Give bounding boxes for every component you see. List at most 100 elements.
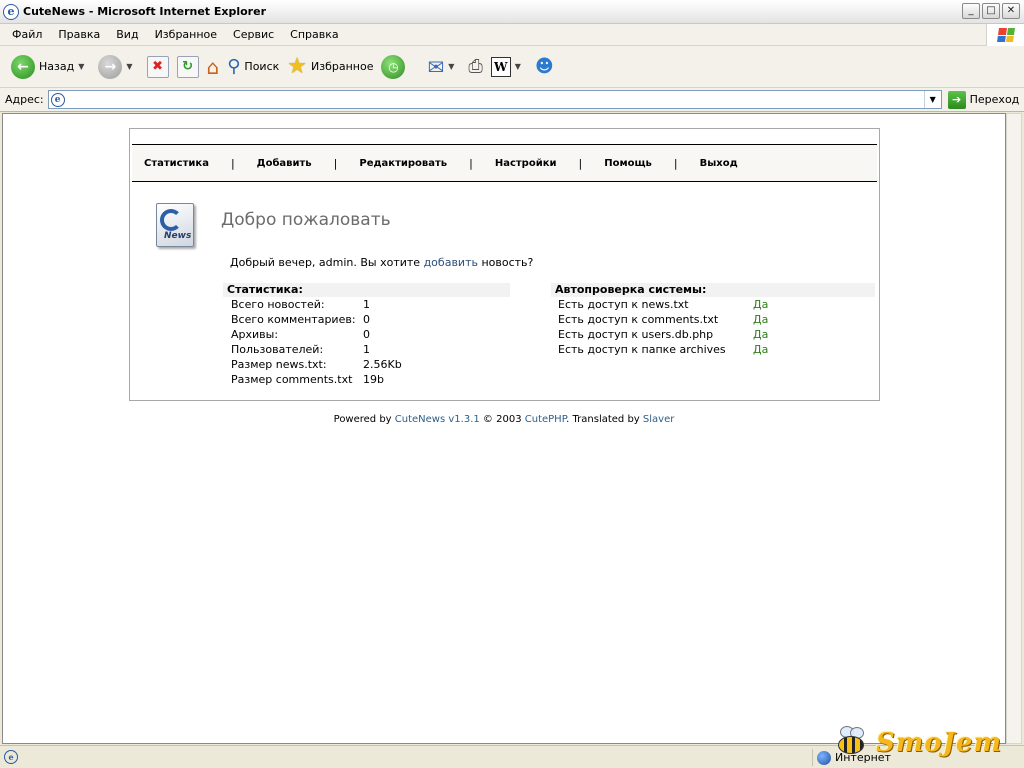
word-icon: W — [490, 56, 511, 77]
check-status: Да — [753, 298, 769, 311]
nav-separator: | — [333, 156, 338, 170]
menu-tools[interactable]: Сервис — [225, 28, 282, 41]
menu-edit[interactable]: Правка — [50, 28, 108, 41]
window-title: CuteNews - Microsoft Internet Explorer — [23, 5, 266, 18]
title-bar: e CuteNews - Microsoft Internet Explorer… — [0, 0, 1024, 24]
edit-dropdown-icon[interactable]: ▼ — [515, 62, 521, 71]
cutenews-panel: Статистика | Добавить | Редактировать | … — [129, 128, 880, 401]
stop-button[interactable]: ✖ — [144, 50, 172, 84]
menu-favorites[interactable]: Избранное — [147, 28, 225, 41]
stats-row: Всего комментариев: 0 — [231, 313, 402, 328]
mail-dropdown-icon[interactable]: ▼ — [448, 62, 454, 71]
menu-file[interactable]: Файл — [4, 28, 50, 41]
add-news-link[interactable]: добавить — [424, 256, 478, 269]
mail-icon: ✉ — [427, 54, 445, 79]
footer-text: © 2003 — [479, 414, 525, 425]
printer-icon: ⎙ — [468, 56, 483, 77]
nav-add[interactable]: Добавить — [257, 158, 312, 169]
check-row: Есть доступ к comments.txt Да — [558, 313, 768, 328]
stats-row: Пользователей: 1 — [231, 343, 402, 358]
history-button[interactable]: ◷ — [378, 50, 408, 84]
menu-help[interactable]: Справка — [282, 28, 346, 41]
close-button[interactable]: ✕ — [1002, 3, 1020, 19]
stats-value: 2.56Kb — [363, 358, 402, 371]
home-button[interactable]: ⌂ — [204, 50, 223, 84]
windows-flag-icon — [996, 28, 1015, 42]
minimize-button[interactable]: _ — [962, 3, 980, 19]
nav-settings[interactable]: Настройки — [495, 158, 557, 169]
stats-key: Размер comments.txt — [231, 373, 353, 386]
messenger-icon: ☻ — [534, 56, 554, 77]
history-icon: ◷ — [381, 54, 406, 79]
address-dropdown-icon[interactable]: ▼ — [923, 91, 941, 108]
stats-key: Размер news.txt: — [231, 358, 327, 371]
cutenews-logo: News — [154, 203, 196, 249]
stats-key: Пользователей: — [231, 343, 324, 356]
search-icon: ⚲ — [227, 56, 241, 77]
nav-separator: | — [230, 156, 235, 170]
nav-help[interactable]: Помощь — [604, 158, 652, 169]
stats-key: Всего новостей: — [231, 298, 325, 311]
stats-value: 1 — [363, 343, 370, 356]
swirl-icon — [160, 209, 182, 231]
maximize-button[interactable]: □ — [982, 3, 1000, 19]
ie-icon: e — [3, 3, 19, 20]
stats-row: Размер news.txt: 2.56Kb — [231, 358, 402, 373]
back-label: Назад — [39, 60, 75, 73]
go-arrow-icon: ➔ — [947, 90, 966, 109]
check-row: Есть доступ к папке archives Да — [558, 343, 768, 358]
page-footer: Powered by CuteNews v1.3.1 © 2003 CutePH… — [3, 414, 1005, 425]
refresh-button[interactable]: ↻ — [174, 50, 202, 84]
print-button[interactable]: ⎙ — [465, 50, 485, 84]
stats-value: 0 — [363, 313, 370, 326]
stats-value: 19b — [363, 373, 384, 386]
nav-statistics[interactable]: Статистика — [144, 158, 209, 169]
go-label: Переход — [969, 93, 1020, 106]
system-check-table: Есть доступ к news.txt Да Есть доступ к c… — [558, 298, 768, 358]
stats-value: 1 — [363, 298, 370, 311]
stats-heading: Статистика: — [223, 283, 510, 297]
address-input[interactable] — [68, 93, 941, 106]
check-key: Есть доступ к news.txt — [558, 298, 689, 311]
stats-key: Всего комментариев: — [231, 313, 356, 326]
cutephp-link[interactable]: CutePHP — [525, 414, 566, 425]
mail-button[interactable]: ✉ ▼ — [424, 50, 463, 84]
page-viewport: Статистика | Добавить | Редактировать | … — [2, 113, 1006, 744]
address-field[interactable]: e ▼ — [47, 90, 942, 109]
forward-dropdown-icon[interactable]: ▼ — [126, 62, 132, 71]
stats-row: Всего новостей: 1 — [231, 298, 402, 313]
stats-key: Архивы: — [231, 328, 279, 341]
cutenews-link[interactable]: CuteNews v1.3.1 — [395, 414, 480, 425]
check-row: Есть доступ к news.txt Да — [558, 298, 768, 313]
check-row: Есть доступ к users.db.php Да — [558, 328, 768, 343]
check-status: Да — [753, 343, 769, 356]
forward-button[interactable]: → ▼ — [95, 50, 141, 84]
stats-row: Размер comments.txt 19b — [231, 373, 402, 388]
check-key: Есть доступ к папке archives — [558, 343, 726, 356]
nav-edit[interactable]: Редактировать — [359, 158, 447, 169]
check-status: Да — [753, 313, 769, 326]
status-page-icon: e — [4, 750, 18, 764]
menu-view[interactable]: Вид — [108, 28, 146, 41]
footer-text: Powered by — [333, 414, 395, 425]
edit-button[interactable]: W ▼ — [488, 50, 530, 84]
windows-logo — [986, 24, 1024, 46]
logo-text: News — [164, 231, 192, 241]
messenger-button[interactable]: ☻ — [532, 50, 557, 84]
back-dropdown-icon[interactable]: ▼ — [78, 62, 84, 71]
back-arrow-icon: ← — [11, 54, 35, 79]
favorites-button[interactable]: ★ Избранное — [284, 50, 376, 84]
go-button[interactable]: ➔ Переход — [947, 90, 1020, 109]
search-button[interactable]: ⚲ Поиск — [224, 50, 282, 84]
watermark: SmoJem — [832, 722, 1022, 764]
slaver-link[interactable]: Slaver — [643, 414, 674, 425]
page-icon: e — [50, 92, 65, 107]
forward-arrow-icon: → — [98, 54, 123, 79]
address-bar: Адрес: e ▼ ➔ Переход — [0, 88, 1024, 112]
nav-logout[interactable]: Выход — [700, 158, 738, 169]
check-key: Есть доступ к comments.txt — [558, 313, 719, 326]
back-button[interactable]: ← Назад ▼ — [8, 50, 93, 84]
footer-text: . Translated by — [566, 414, 643, 425]
check-status: Да — [753, 328, 769, 341]
vertical-scrollbar[interactable] — [1006, 113, 1022, 744]
